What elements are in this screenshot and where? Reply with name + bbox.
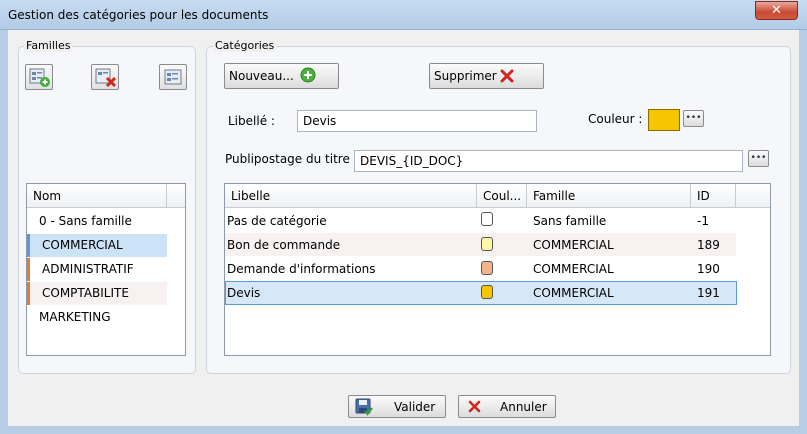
validate-label: Valider — [394, 400, 436, 414]
delete-category-label: Supprimer — [434, 69, 497, 83]
table-row[interactable]: Bon de commande COMMERCIAL 189 — [225, 233, 736, 256]
libelle-input[interactable]: Devis — [297, 110, 537, 132]
cell-color-swatch — [481, 261, 493, 275]
cell-famille: COMMERCIAL — [533, 286, 614, 300]
cell-famille: COMMERCIAL — [533, 238, 614, 252]
publipostage-picker-button[interactable]: ••• — [748, 150, 769, 167]
categories-table[interactable]: Libelle Coul... Famille ID Pas de catégo… — [224, 183, 771, 356]
cancel-label: Annuler — [500, 400, 547, 414]
column-header-libelle[interactable]: Libelle — [225, 184, 477, 208]
window-frame-bottom — [0, 426, 807, 434]
delete-folder-icon — [95, 68, 117, 88]
add-icon — [300, 67, 316, 83]
categories-group-label: Catégories — [213, 39, 277, 52]
couleur-label: Couleur : — [588, 112, 643, 126]
cell-libelle: Devis — [227, 286, 261, 300]
delete-category-button[interactable]: Supprimer — [429, 63, 544, 89]
couleur-picker-button[interactable]: ••• — [683, 110, 704, 127]
table-row[interactable]: Pas de catégorie Sans famille -1 — [225, 209, 736, 232]
libelle-label: Libellé : — [228, 114, 275, 128]
edit-folder-icon — [164, 69, 182, 85]
table-row[interactable]: Demande d'informations COMMERCIAL 190 — [225, 257, 736, 280]
close-button[interactable]: ✕ — [755, 1, 798, 20]
cell-color-swatch — [481, 212, 493, 226]
validate-button[interactable]: Valider — [348, 395, 446, 418]
column-header-nom[interactable]: Nom — [27, 184, 167, 208]
familles-list[interactable]: Nom 0 - Sans famille COMMERCIAL ADMINIST… — [26, 183, 186, 356]
table-row-selected[interactable]: Devis COMMERCIAL 191 — [225, 281, 737, 305]
cell-id: 190 — [697, 262, 720, 276]
cell-libelle: Pas de catégorie — [227, 214, 327, 228]
close-icon: ✕ — [771, 3, 782, 18]
save-icon — [355, 398, 373, 416]
cell-libelle: Bon de commande — [227, 238, 341, 252]
column-header-couleur[interactable]: Coul... — [477, 184, 527, 208]
famille-item[interactable]: COMPTABILITE — [27, 282, 167, 305]
add-famille-button[interactable] — [25, 64, 53, 90]
delete-famille-button[interactable] — [91, 64, 119, 90]
familles-list-header: Nom — [27, 184, 185, 208]
add-folder-icon — [29, 68, 50, 87]
publipostage-input[interactable]: DEVIS_{ID_DOC} — [354, 150, 743, 172]
title-bar[interactable]: Gestion des catégories pour les document… — [0, 0, 807, 30]
cell-color-swatch — [481, 285, 493, 299]
cell-famille: Sans famille — [533, 214, 607, 228]
ellipsis-icon: ••• — [750, 153, 767, 163]
cancel-x-icon — [468, 400, 481, 413]
couleur-swatch[interactable] — [648, 109, 680, 131]
column-header-famille[interactable]: Famille — [527, 184, 691, 208]
column-header-id[interactable]: ID — [691, 184, 736, 208]
window-frame-left — [0, 0, 8, 434]
cell-id: -1 — [697, 214, 709, 228]
edit-famille-button[interactable] — [159, 64, 187, 90]
famille-item-selected[interactable]: COMMERCIAL — [27, 234, 167, 257]
cell-libelle: Demande d'informations — [227, 262, 376, 276]
cell-famille: COMMERCIAL — [533, 262, 614, 276]
famille-item[interactable]: 0 - Sans famille — [27, 210, 167, 233]
cancel-button[interactable]: Annuler — [458, 395, 556, 418]
new-category-button[interactable]: Nouveau... — [224, 63, 339, 89]
famille-item[interactable]: MARKETING — [27, 306, 167, 329]
window-frame-right — [799, 0, 807, 434]
famille-item[interactable]: ADMINISTRATIF — [27, 258, 167, 281]
delete-x-icon — [500, 69, 514, 83]
new-category-label: Nouveau... — [229, 69, 294, 83]
window-title: Gestion des catégories pour les document… — [8, 8, 269, 22]
publipostage-label: Publipostage du titre : — [225, 152, 358, 166]
categories-table-header: Libelle Coul... Famille ID — [225, 184, 770, 208]
familles-group-label: Familles — [24, 39, 73, 52]
cell-color-swatch — [481, 237, 493, 251]
ellipsis-icon: ••• — [685, 113, 702, 123]
cell-id: 189 — [697, 238, 720, 252]
cell-id: 191 — [697, 286, 720, 300]
